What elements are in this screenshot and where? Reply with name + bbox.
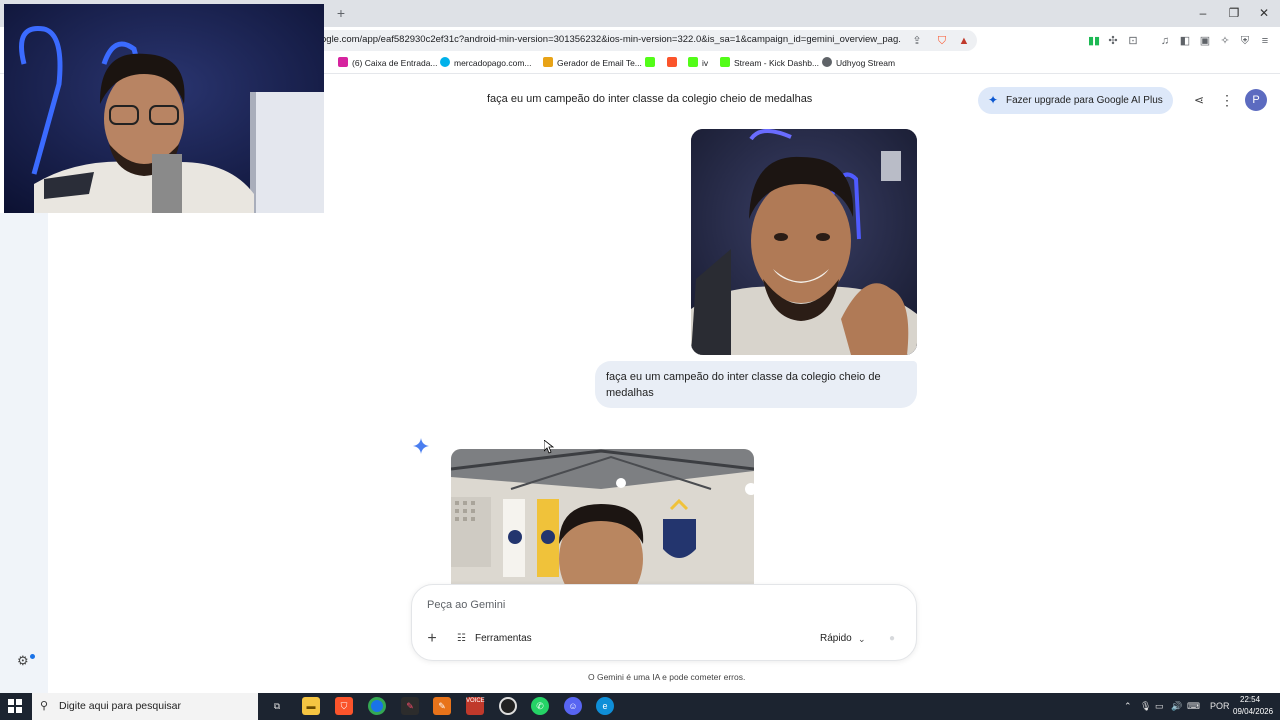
user-message-text: faça eu um campeão do inter classe da co… [606,371,881,399]
user-message-bubble: faça eu um campeão do inter classe da co… [595,361,917,408]
brave-rewards-icon[interactable]: ▲ [957,34,971,48]
leo-ai-icon[interactable]: ✧ [1218,34,1232,48]
side-rail [0,213,48,693]
voicemeeter-icon[interactable]: VOICE [466,697,485,715]
extensions-puzzle-icon[interactable]: ✣ [1106,34,1120,48]
app-icon[interactable]: ✎ [401,697,419,715]
new-tab-button[interactable]: + [333,4,349,22]
microphone-icon[interactable]: 🎙 [1140,700,1151,712]
vpn-icon[interactable]: ⛨ [1238,34,1252,48]
settings-icon[interactable]: ⚙ [17,654,31,668]
brave-icon [667,57,677,67]
chevron-down-icon[interactable]: ⌄ [858,632,868,646]
sidebar-icon[interactable]: ◧ [1178,34,1192,48]
screenshot-icon[interactable]: ⊡ [1126,34,1140,48]
minimize-button[interactable]: – [1188,4,1218,22]
prompt-input[interactable] [427,598,807,612]
kick-icon [720,57,730,67]
task-view-icon[interactable]: ⧉ [268,697,286,715]
clock-date[interactable]: 09/04/2026 [1233,707,1273,716]
notification-dot [30,654,35,659]
generated-image[interactable] [451,449,754,584]
kick-icon [688,57,698,67]
discord-icon[interactable]: ☺ [564,697,582,715]
more-options-icon[interactable]: ⋮ [1220,92,1234,108]
wallet-icon[interactable]: ▣ [1198,34,1212,48]
extension-icon[interactable]: ▮▮ [1087,34,1101,48]
kick-icon [645,57,655,67]
restore-button[interactable]: ❐ [1219,4,1249,22]
keyboard-icon[interactable]: ⌨ [1187,700,1200,712]
mercadopago-icon [440,57,450,67]
obs-icon[interactable] [499,697,517,715]
bookmark-brave[interactable] [667,56,681,70]
bookmark-kick-dashboard[interactable]: Stream - Kick Dashb... [720,56,819,70]
bookmark-kick-iv[interactable]: iv [688,56,708,70]
brave-shields-icon[interactable]: ⛉ [935,34,949,48]
chat-title: faça eu um campeão do inter classe da co… [487,93,813,105]
bookmark-kick[interactable] [645,56,659,70]
whatsapp-icon[interactable]: ✆ [531,697,549,715]
avatar[interactable]: P [1245,89,1267,111]
sparkle-icon: ✦ [988,93,999,107]
media-icon[interactable]: ♫ [1158,34,1172,48]
volume-icon[interactable]: 🔊 [1171,700,1182,712]
upgrade-button[interactable]: Fazer upgrade para Google AI Plus [978,87,1173,114]
menu-icon[interactable]: ≡ [1258,34,1272,48]
clock-time[interactable]: 22:54 [1240,695,1260,704]
uploaded-photo[interactable] [691,129,917,355]
share-page-icon[interactable]: ⇪ [910,34,924,48]
gemini-sparkle-icon [413,438,429,454]
network-icon[interactable]: ▭ [1155,700,1164,712]
file-explorer-icon[interactable]: ▬ [302,697,320,715]
brave-icon[interactable]: ⛉ [335,697,353,715]
instagram-icon [338,57,348,67]
disclaimer-text: O Gemini é uma IA e pode cometer erros. [588,672,746,682]
bookmark-mercadopago[interactable]: mercadopago.com... [440,56,531,70]
tools-label: Ferramentas [475,633,532,644]
tray-chevron-up-icon[interactable]: ⌃ [1124,700,1132,712]
globe-icon [822,57,832,67]
share-icon[interactable]: ⋖ [1192,93,1206,107]
bookmark-email-generator[interactable]: Gerador de Email Te... [543,56,642,70]
pencil-icon [543,57,553,67]
bookmark-udhyog-stream[interactable]: Udhyog Stream [822,56,895,70]
chrome-icon[interactable] [368,697,386,715]
prompt-composer [411,584,917,661]
app-icon[interactable]: ✎ [433,697,451,715]
windows-start-icon[interactable] [8,699,22,713]
tools-sliders-icon: ☷ [457,633,466,644]
microphone-icon[interactable]: ● [889,632,901,646]
close-button[interactable]: ✕ [1249,4,1279,22]
webcam-overlay [4,4,324,213]
tools-button[interactable]: ☷ Ferramentas [457,632,532,646]
mouse-cursor [543,439,555,454]
search-icon: ⚲ [40,700,49,712]
address-bar-url[interactable]: ogle.com/app/eaf582930c2ef31c?android-mi… [321,34,901,45]
bookmark-instagram[interactable]: (6) Caixa de Entrada... [338,56,438,70]
edge-icon[interactable]: e [596,697,614,715]
model-mode-selector[interactable]: Rápido [820,631,852,647]
taskbar-search-placeholder[interactable]: Digite aqui para pesquisar [59,700,181,712]
add-attachment-button[interactable]: + [424,631,440,647]
language-indicator[interactable]: POR [1210,700,1230,712]
